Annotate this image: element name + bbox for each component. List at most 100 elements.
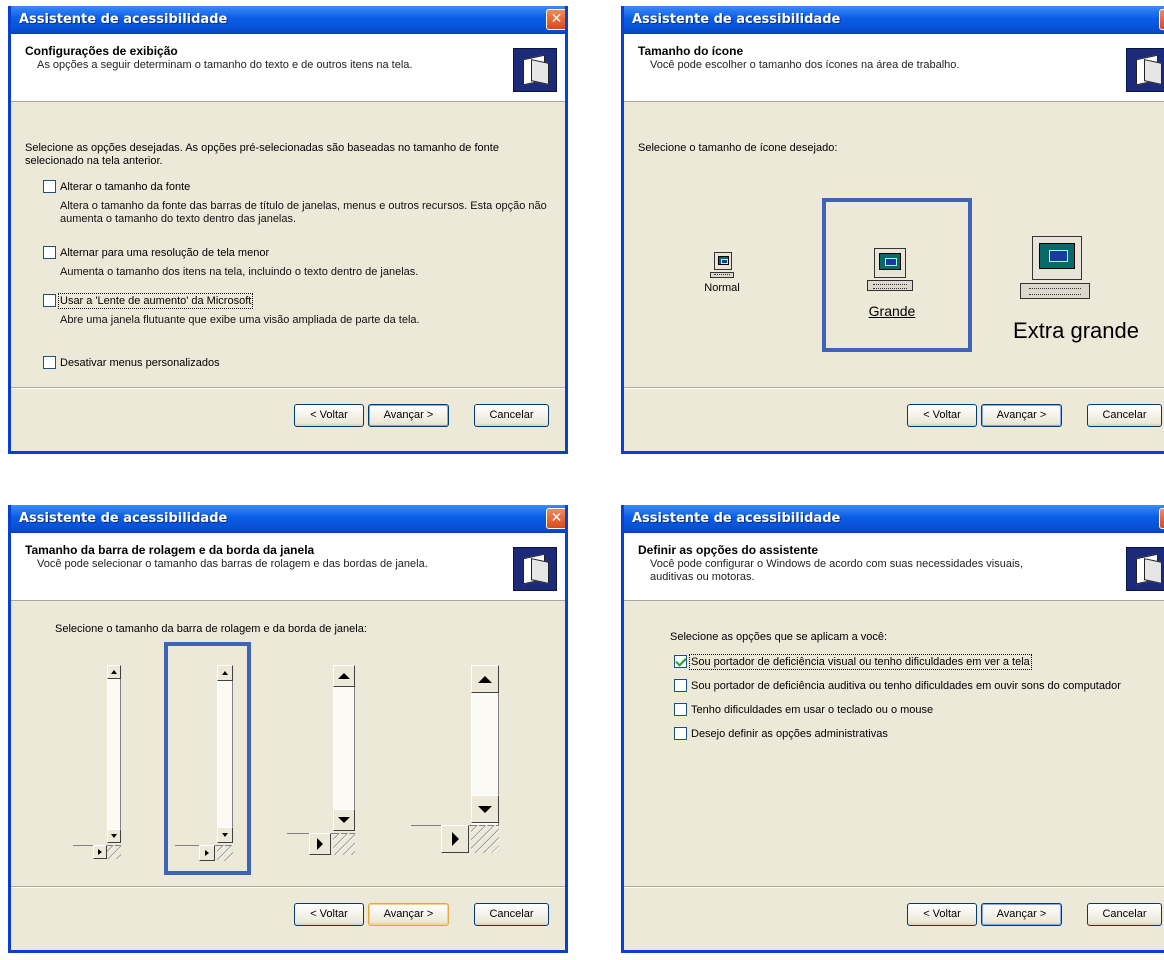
dialog-display-settings: Assistente de acessibilidade ✕ Configura…	[8, 6, 568, 454]
scroll-right-icon	[441, 825, 469, 853]
intro-text: Selecione o tamanho da barra de rolagem …	[55, 623, 367, 635]
checkbox[interactable]	[674, 703, 687, 716]
size-label: Normal	[704, 282, 740, 294]
option-label: Alternar para uma resolução de tela meno…	[60, 246, 270, 259]
window-title: Assistente de acessibilidade	[19, 12, 228, 27]
option-keyboard-mouse[interactable]: Tenho dificuldades em usar o teclado ou …	[674, 703, 933, 716]
checkbox[interactable]	[43, 180, 56, 193]
checkbox[interactable]	[674, 727, 687, 740]
computer-icon	[714, 252, 732, 270]
wizard-icon	[513, 547, 557, 591]
intro-text: Selecione as opções desejadas. As opções…	[25, 142, 499, 167]
cancel-button[interactable]: Cancelar	[1087, 404, 1162, 427]
option-label: Alterar o tamanho da fonte	[60, 180, 191, 193]
wizard-icon	[1126, 48, 1164, 92]
size-label: Extra grande	[1013, 318, 1139, 343]
dialog-wizard-options: Assistente de acessibilidade ✕ Definir a…	[621, 505, 1164, 953]
next-button[interactable]: Avançar >	[981, 404, 1062, 427]
resize-grip-icon	[217, 845, 233, 861]
wizard-header: Definir as opções do assistente Você pod…	[624, 533, 1164, 601]
vertical-scrollbar	[333, 665, 355, 829]
option-description: Abre uma janela flutuante que exibe uma …	[60, 314, 420, 326]
selection-highlight	[164, 642, 251, 875]
option-administrative[interactable]: Desejo definir as opções administrativas	[674, 727, 888, 740]
cancel-button[interactable]: Cancelar	[474, 404, 549, 427]
resize-grip-icon	[107, 845, 121, 859]
next-button[interactable]: Avançar >	[368, 404, 449, 427]
computer-icon	[874, 248, 906, 278]
option-label: Sou portador de deficiência visual ou te…	[689, 653, 1032, 670]
back-button[interactable]: < Voltar	[294, 404, 364, 427]
cancel-button[interactable]: Cancelar	[474, 903, 549, 926]
close-icon[interactable]: ✕	[546, 9, 565, 30]
keyboard-shape	[867, 280, 913, 291]
scroll-up-icon	[217, 665, 233, 681]
back-button[interactable]: < Voltar	[294, 903, 364, 926]
option-description: Aumenta o tamanho dos itens na tela, inc…	[60, 266, 419, 278]
option-magnifier[interactable]: Usar a 'Lente de aumento' da Microsoft	[43, 292, 254, 309]
header-title: Definir as opções do assistente	[638, 543, 819, 557]
header-subtitle: Você pode escolher o tamanho dos ícones …	[650, 59, 960, 71]
checkbox-checked[interactable]	[674, 655, 687, 668]
close-icon[interactable]: ✕	[1159, 508, 1164, 529]
cancel-button[interactable]: Cancelar	[1087, 903, 1162, 926]
computer-icon	[1032, 236, 1082, 280]
dialog-scrollbar-size: Assistente de acessibilidade ✕ Tamanho d…	[8, 505, 568, 953]
wizard-header: Configurações de exibição As opções a se…	[11, 34, 565, 102]
title-bar[interactable]: Assistente de acessibilidade ✕	[11, 505, 565, 533]
option-label: Tenho dificuldades em usar o teclado ou …	[691, 703, 934, 716]
option-lower-resolution[interactable]: Alternar para uma resolução de tela meno…	[43, 246, 269, 259]
header-subtitle: Você pode selecionar o tamanho das barra…	[37, 558, 428, 570]
scroll-right-icon	[199, 845, 215, 861]
checkbox[interactable]	[43, 356, 56, 369]
footer-divider	[624, 886, 1164, 888]
option-hearing-impairment[interactable]: Sou portador de deficiência auditiva ou …	[674, 679, 1121, 692]
title-bar[interactable]: Assistente de acessibilidade ✕	[624, 6, 1164, 34]
close-icon[interactable]: ✕	[1159, 9, 1164, 30]
keyboard-shape	[710, 272, 734, 278]
scroll-down-icon	[333, 809, 355, 831]
checkbox[interactable]	[43, 294, 56, 307]
scroll-up-icon	[107, 665, 121, 679]
back-button[interactable]: < Voltar	[907, 404, 977, 427]
keyboard-shape	[1020, 283, 1090, 299]
checkbox[interactable]	[674, 679, 687, 692]
back-button[interactable]: < Voltar	[907, 903, 977, 926]
next-button[interactable]: Avançar >	[981, 903, 1062, 926]
option-disable-personalized-menus[interactable]: Desativar menus personalizados	[43, 356, 220, 369]
scroll-down-icon	[471, 795, 499, 823]
header-title: Tamanho do ícone	[638, 44, 744, 58]
window-title: Assistente de acessibilidade	[19, 511, 228, 526]
scroll-down-icon	[107, 829, 121, 843]
option-label: Desejo definir as opções administrativas	[691, 727, 888, 740]
checkbox[interactable]	[43, 246, 56, 259]
close-icon[interactable]: ✕	[546, 508, 565, 529]
footer-divider	[624, 387, 1164, 389]
footer-divider	[11, 886, 565, 888]
size-label: Grande	[868, 303, 916, 319]
vertical-scrollbar	[107, 665, 121, 829]
header-subtitle: As opções a seguir determinam o tamanho …	[37, 59, 413, 71]
option-label: Usar a 'Lente de aumento' da Microsoft	[57, 292, 254, 309]
option-label: Desativar menus personalizados	[60, 356, 220, 369]
wizard-header: Tamanho da barra de rolagem e da borda d…	[11, 533, 565, 601]
next-button[interactable]: Avançar >	[368, 903, 449, 926]
scroll-right-icon	[309, 833, 331, 855]
option-description: Altera o tamanho da fonte das barras de …	[60, 200, 547, 225]
vertical-scrollbar	[217, 665, 233, 829]
scroll-up-icon	[471, 665, 499, 693]
title-bar[interactable]: Assistente de acessibilidade ✕	[624, 505, 1164, 533]
wizard-icon	[513, 48, 557, 92]
option-change-font-size[interactable]: Alterar o tamanho da fonte	[43, 180, 190, 193]
intro-text: Selecione o tamanho de ícone desejado:	[638, 142, 838, 154]
wizard-icon	[1126, 547, 1164, 591]
option-label: Sou portador de deficiência auditiva ou …	[691, 679, 1121, 692]
intro-text: Selecione as opções que se aplicam a voc…	[670, 631, 888, 643]
title-bar[interactable]: Assistente de acessibilidade ✕	[11, 6, 565, 34]
header-title: Configurações de exibição	[25, 44, 178, 58]
scroll-down-icon	[217, 827, 233, 843]
scroll-right-icon	[93, 845, 107, 859]
resize-grip-icon	[333, 833, 355, 855]
resize-grip-icon	[471, 825, 499, 853]
option-visual-impairment[interactable]: Sou portador de deficiência visual ou te…	[674, 653, 1032, 670]
